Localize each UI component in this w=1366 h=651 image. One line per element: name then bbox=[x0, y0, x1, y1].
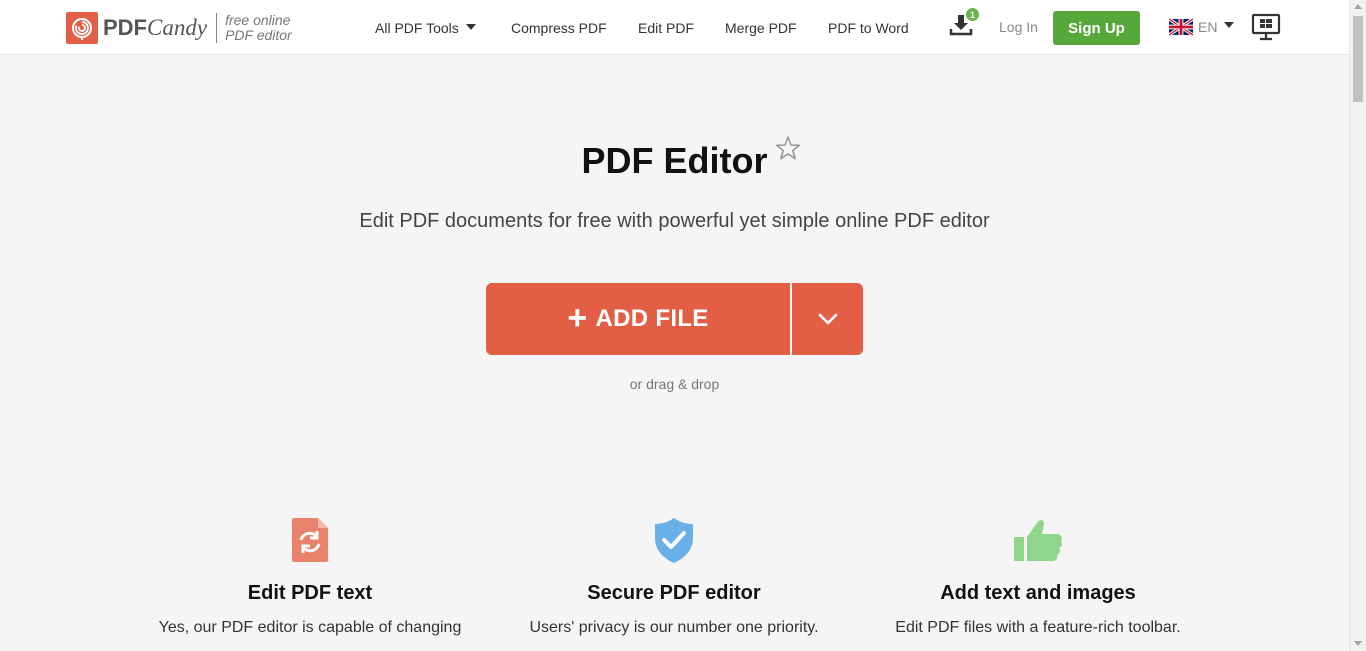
vertical-scrollbar[interactable] bbox=[1349, 0, 1366, 651]
language-selector[interactable]: EN bbox=[1169, 17, 1235, 37]
feature-title: Add text and images bbox=[940, 582, 1136, 604]
nav-merge-pdf[interactable]: Merge PDF bbox=[725, 19, 797, 37]
file-refresh-icon bbox=[130, 512, 490, 568]
feature-secure-pdf-editor: Secure PDF editor Users' privacy is our … bbox=[494, 512, 854, 638]
nav-edit-pdf[interactable]: Edit PDF bbox=[638, 19, 694, 37]
add-file-label: ADD FILE bbox=[595, 305, 709, 332]
nav-all-pdf-tools[interactable]: All PDF Tools bbox=[375, 19, 476, 37]
chevron-down-icon bbox=[818, 313, 837, 325]
add-file-dropdown-button[interactable] bbox=[792, 283, 863, 355]
uk-flag-icon bbox=[1169, 17, 1193, 37]
main-nav: All PDF Tools Compress PDF Edit PDF Merg… bbox=[0, 0, 1349, 55]
scrollbar-thumb[interactable] bbox=[1353, 16, 1363, 102]
desktop-app-button[interactable] bbox=[1251, 12, 1281, 42]
shield-check-icon bbox=[494, 512, 854, 568]
thumbs-up-icon bbox=[858, 512, 1218, 568]
feature-title: Edit PDF text bbox=[247, 582, 373, 604]
caret-down-icon bbox=[465, 24, 476, 31]
feature-description: Users' privacy is our number one priorit… bbox=[529, 619, 819, 636]
downloads-button[interactable]: 1 bbox=[948, 7, 980, 42]
page-title: PDF Editor bbox=[581, 140, 768, 181]
add-file-button[interactable]: + ADD FILE bbox=[486, 283, 790, 355]
scroll-down-arrow-icon[interactable] bbox=[1354, 641, 1362, 646]
page-subtitle: Edit PDF documents for free with powerfu… bbox=[359, 210, 990, 232]
drag-drop-hint: or drag & drop bbox=[629, 376, 720, 392]
language-label: EN bbox=[1198, 19, 1218, 35]
nav-compress-pdf[interactable]: Compress PDF bbox=[511, 19, 607, 37]
feature-title: Secure PDF editor bbox=[587, 582, 761, 604]
caret-down-icon bbox=[1224, 22, 1235, 28]
feature-description: Yes, our PDF editor is capable of changi… bbox=[158, 619, 462, 636]
signup-button[interactable]: Sign Up bbox=[1053, 11, 1140, 45]
scroll-up-arrow-icon[interactable] bbox=[1354, 4, 1362, 9]
feature-add-text-images: Add text and images Edit PDF files with … bbox=[858, 512, 1218, 638]
top-header: PDFCandy free online PDF editor All PDF … bbox=[0, 0, 1349, 55]
login-link[interactable]: Log In bbox=[999, 19, 1038, 35]
nav-pdf-to-word[interactable]: PDF to Word bbox=[828, 19, 909, 37]
download-count-badge: 1 bbox=[965, 7, 980, 22]
plus-icon: + bbox=[567, 298, 588, 337]
feature-description: Edit PDF files with a feature-rich toolb… bbox=[895, 619, 1181, 636]
windows-desktop-icon bbox=[1251, 13, 1281, 41]
feature-edit-pdf-text: Edit PDF text Yes, our PDF editor is cap… bbox=[130, 512, 490, 638]
star-favorite-icon[interactable] bbox=[774, 134, 802, 162]
nav-all-pdf-tools-label: All PDF Tools bbox=[375, 20, 459, 36]
